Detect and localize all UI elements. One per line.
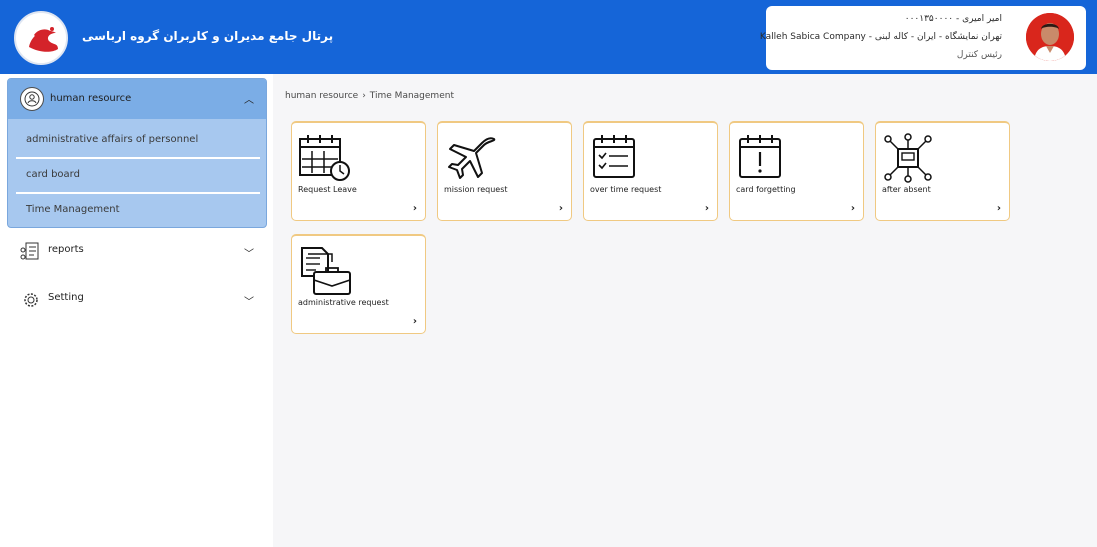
- user-name: امیر امیری - ۰۰۰۱۳۵۰۰۰۰: [904, 14, 1002, 24]
- card-card-forgetting[interactable]: card forgetting ›: [729, 121, 864, 221]
- card-mission-request[interactable]: mission request ›: [437, 121, 572, 221]
- company-logo[interactable]: [14, 11, 68, 65]
- gear-icon: [24, 293, 38, 307]
- setting-label: Setting: [48, 292, 84, 303]
- reports-label: reports: [48, 244, 84, 255]
- chevron-down-icon[interactable]: ﹀: [244, 245, 254, 260]
- card-over-time-request[interactable]: over time request ›: [583, 121, 718, 221]
- card-label: card forgetting: [736, 185, 796, 194]
- card-label: administrative request: [298, 298, 389, 307]
- sidebar-item-time-management[interactable]: Time Management: [16, 193, 260, 227]
- sidebar-item-reports[interactable]: reports ﹀: [16, 240, 260, 264]
- breadcrumb-root[interactable]: human resource: [285, 91, 358, 101]
- card-label: over time request: [590, 185, 662, 194]
- sidebar: human resource ︿ administrative affairs …: [0, 74, 273, 547]
- human-resource-header[interactable]: human resource ︿: [8, 79, 266, 119]
- calendar-alert-icon: [739, 135, 781, 178]
- chevron-right-icon: ›: [996, 203, 1001, 214]
- chevron-right-icon: ›: [704, 203, 709, 214]
- user-profile-card[interactable]: امیر امیری - ۰۰۰۱۳۵۰۰۰۰ تهران نمایشگاه -…: [760, 6, 1086, 70]
- chevron-right-icon: ›: [850, 203, 855, 214]
- card-label: Request Leave: [298, 185, 357, 194]
- card-label: after absent: [882, 185, 931, 194]
- card-administrative-request[interactable]: administrative request ›: [291, 234, 426, 334]
- user-role: رئیس کنترل: [956, 50, 1002, 60]
- reports-icon: [20, 242, 39, 260]
- card-after-absent[interactable]: after absent ›: [875, 121, 1010, 221]
- chevron-right-icon: ›: [558, 203, 563, 214]
- human-resource-icon: [20, 87, 44, 111]
- user-company: تهران نمایشگاه - ایران - کاله لبنی - Kal…: [759, 32, 1002, 42]
- card-request-leave[interactable]: Request Leave ›: [291, 121, 426, 221]
- breadcrumb-separator: ›: [362, 91, 366, 101]
- portal-title: پرتال جامع مدیران و کاربران گروه ارباسی: [82, 29, 334, 43]
- chevron-up-icon[interactable]: ︿: [244, 91, 254, 106]
- chevron-down-icon[interactable]: ﹀: [244, 293, 254, 308]
- chevron-right-icon: ›: [412, 203, 417, 214]
- avatar[interactable]: [1026, 13, 1074, 61]
- sidebar-item-setting[interactable]: Setting ﹀: [16, 288, 260, 312]
- top-header: پرتال جامع مدیران و کاربران گروه ارباسی …: [0, 0, 1097, 74]
- airplane-icon: [448, 137, 496, 179]
- sidebar-item-administrative-affairs[interactable]: administrative affairs of personnel: [16, 123, 260, 157]
- device-network-icon: [884, 133, 932, 183]
- main-content: human resource › Time Management Request L…: [273, 74, 1097, 547]
- documents-briefcase-icon: [301, 247, 351, 295]
- breadcrumb-current: Time Management: [369, 91, 454, 101]
- human-resource-panel: human resource ︿ administrative affairs …: [7, 78, 267, 228]
- breadcrumb: human resource › Time Management: [285, 91, 458, 101]
- chevron-right-icon: ›: [412, 316, 417, 327]
- sidebar-item-card-board[interactable]: card board: [16, 158, 260, 192]
- calendar-clock-icon: [299, 135, 350, 181]
- calendar-checklist-icon: [593, 135, 635, 178]
- human-resource-label: human resource: [50, 93, 132, 104]
- card-label: mission request: [444, 185, 508, 194]
